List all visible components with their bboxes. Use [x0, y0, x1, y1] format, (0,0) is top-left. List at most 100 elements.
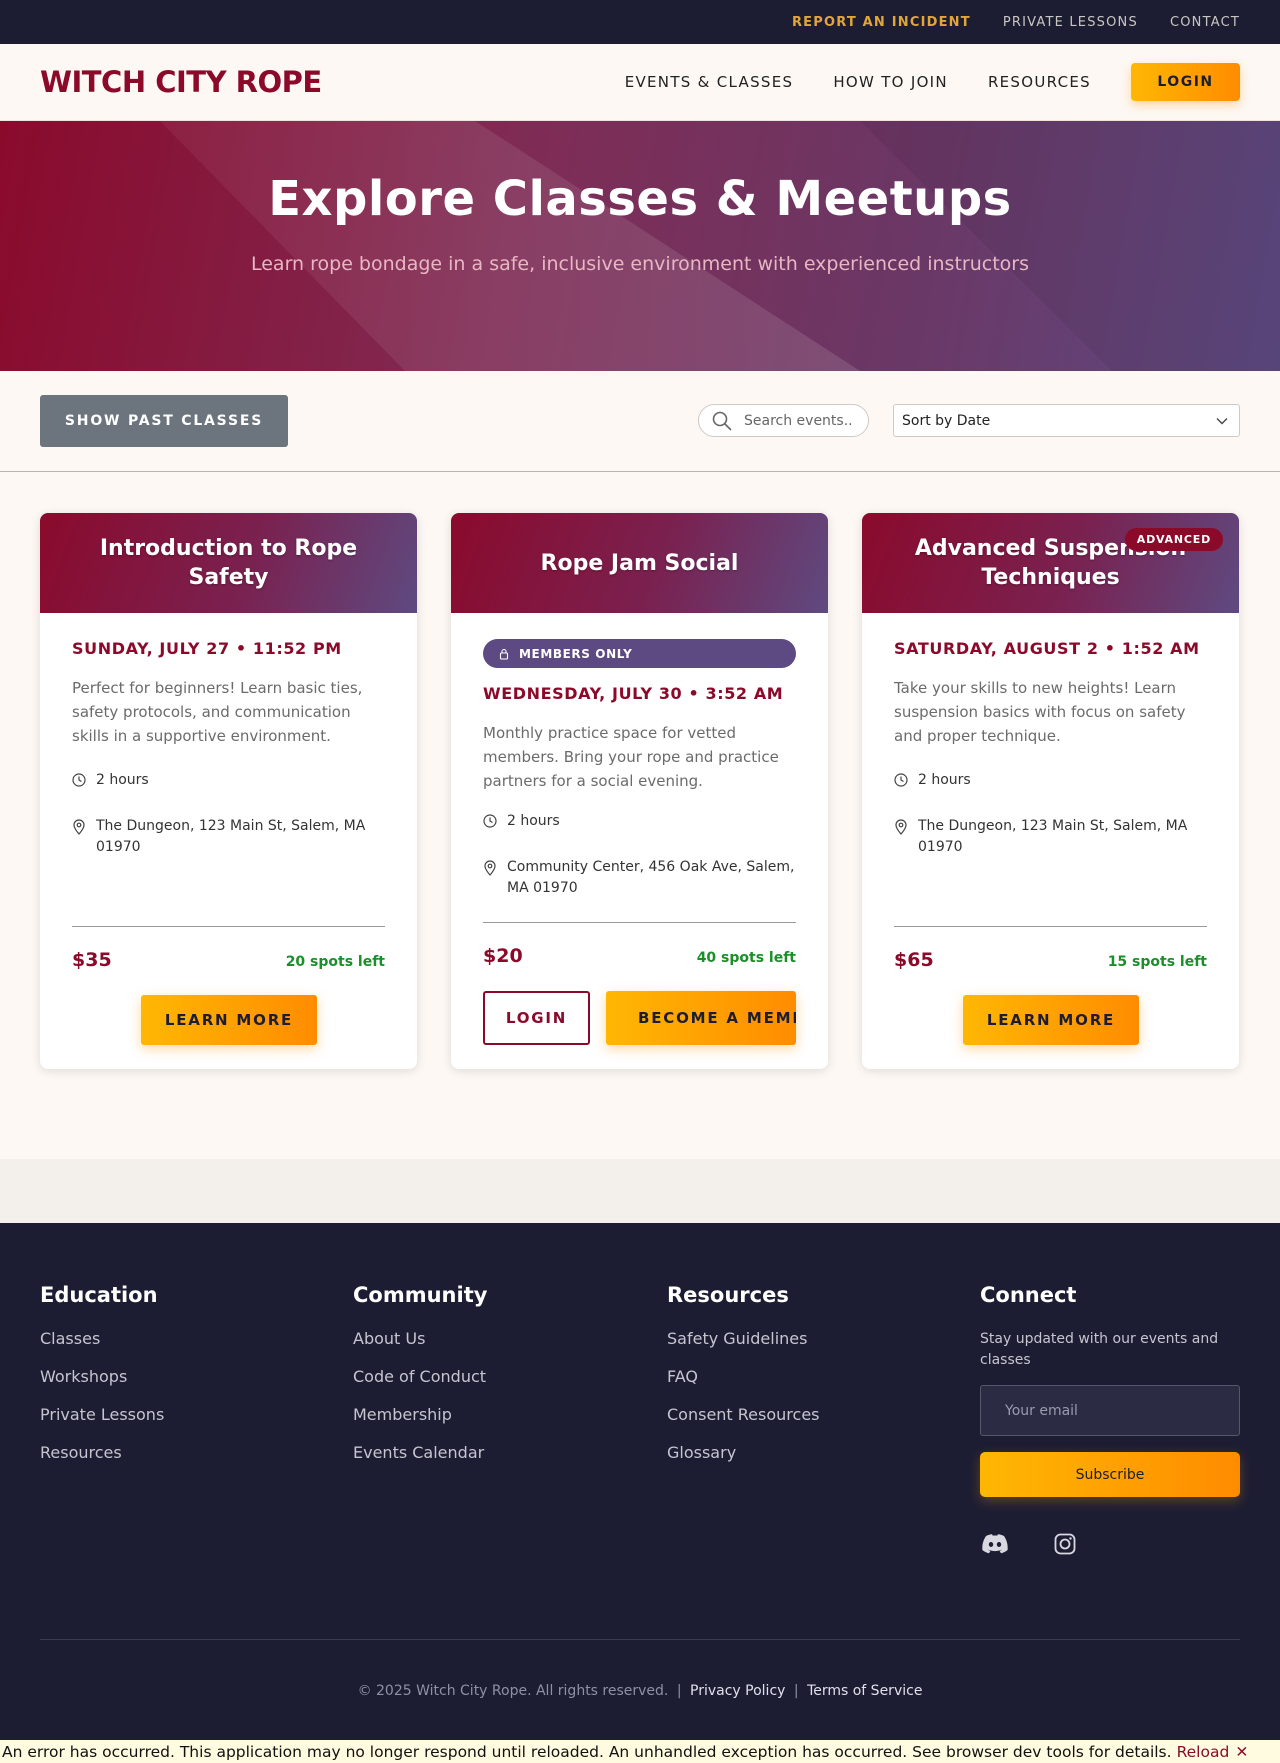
event-description: Take your skills to new heights! Learn s… — [894, 679, 1186, 745]
terms-link[interactable]: Terms of Service — [807, 1683, 922, 1699]
footer-heading: Community — [353, 1283, 488, 1307]
footer-bottom: © 2025 Witch City Rope. All rights reser… — [0, 1683, 1280, 1699]
site-footer: Education Classes Workshops Private Less… — [0, 1223, 1280, 1743]
event-location-text: Community Center, 456 Oak Ave, Salem, MA… — [507, 859, 795, 896]
event-location: Community Center, 456 Oak Ave, Salem, MA… — [483, 857, 796, 899]
event-spots: 40 spots left — [696, 950, 796, 966]
event-price: $65 — [894, 949, 934, 971]
footer-link-workshops[interactable]: Workshops — [40, 1367, 164, 1386]
clock-icon — [894, 773, 908, 787]
nav-events-classes[interactable]: EVENTS & CLASSES — [625, 73, 794, 91]
card-divider — [483, 922, 796, 923]
event-location-text: The Dungeon, 123 Main St, Salem, MA 0197… — [96, 818, 366, 855]
search-icon — [712, 411, 732, 430]
footer-link-code-of-conduct[interactable]: Code of Conduct — [353, 1367, 487, 1386]
event-card: Rope Jam Social MEMBERS ONLY WEDNESDAY, … — [451, 513, 828, 1069]
event-card: Advanced Suspension Techniques ADVANCED … — [862, 513, 1239, 1069]
event-location: The Dungeon, 123 Main St, Salem, MA 0197… — [72, 816, 385, 858]
copyright: © 2025 Witch City Rope. All rights reser… — [357, 1683, 669, 1699]
main-nav: EVENTS & CLASSES HOW TO JOIN RESOURCES L… — [625, 63, 1240, 101]
nav-resources[interactable]: RESOURCES — [988, 73, 1091, 91]
footer-heading: Resources — [667, 1283, 789, 1307]
footer-heading: Connect — [980, 1283, 1077, 1307]
private-lessons-link[interactable]: PRIVATE LESSONS — [1003, 15, 1138, 30]
filter-bar: SHOW PAST CLASSES Sort by Date — [0, 371, 1280, 472]
event-date: SUNDAY, JULY 27 • 11:52 PM — [72, 639, 342, 658]
separator: | — [793, 1683, 799, 1699]
event-duration-text: 2 hours — [918, 772, 971, 788]
footer-link-resources[interactable]: Resources — [40, 1443, 164, 1462]
discord-icon[interactable] — [980, 1533, 1010, 1555]
page-title: Explore Classes & Meetups — [268, 171, 1012, 227]
footer-community: Community About Us Code of Conduct Membe… — [353, 1283, 487, 1481]
event-description: Monthly practice space for vetted member… — [483, 724, 779, 790]
email-field[interactable]: Your email — [980, 1385, 1240, 1436]
card-login-button[interactable]: LOGIN — [483, 991, 590, 1045]
card-divider — [72, 926, 385, 927]
footer-link-faq[interactable]: FAQ — [667, 1367, 820, 1386]
footer-link-membership[interactable]: Membership — [353, 1405, 487, 1424]
event-spots: 15 spots left — [1107, 954, 1207, 970]
newsletter-text: Stay updated with our events and classes — [980, 1331, 1219, 1368]
clock-icon — [483, 814, 497, 828]
subscribe-button[interactable]: Subscribe — [980, 1452, 1240, 1497]
learn-more-button[interactable]: LEARN MORE — [141, 995, 317, 1045]
members-only-badge: MEMBERS ONLY — [483, 639, 796, 668]
social-links — [980, 1533, 1240, 1555]
footer-link-private-lessons[interactable]: Private Lessons — [40, 1405, 164, 1424]
footer-link-glossary[interactable]: Glossary — [667, 1443, 820, 1462]
login-button[interactable]: LOGIN — [1131, 63, 1240, 101]
event-duration-text: 2 hours — [96, 772, 149, 788]
learn-more-button[interactable]: LEARN MORE — [963, 995, 1139, 1045]
footer-link-consent[interactable]: Consent Resources — [667, 1405, 820, 1424]
footer-link-classes[interactable]: Classes — [40, 1329, 164, 1348]
separator: | — [676, 1683, 682, 1699]
event-spots: 20 spots left — [285, 954, 385, 970]
event-title[interactable]: Introduction to Rope Safety — [40, 534, 417, 592]
sort-value: Sort by Date — [902, 412, 991, 429]
event-duration: 2 hours — [894, 770, 1207, 791]
become-member-button[interactable]: BECOME A MEMBER — [606, 991, 796, 1045]
event-card-body: SATURDAY, AUGUST 2 • 1:52 AM Take your s… — [862, 613, 1239, 1069]
event-price: $35 — [72, 949, 112, 971]
footer-education: Education Classes Workshops Private Less… — [40, 1283, 164, 1481]
error-message: An error has occurred. This application … — [2, 1742, 1172, 1761]
footer-link-safety[interactable]: Safety Guidelines — [667, 1329, 820, 1348]
lock-icon — [499, 648, 509, 660]
clock-icon — [72, 773, 86, 787]
show-past-classes-button[interactable]: SHOW PAST CLASSES — [40, 395, 288, 447]
search-input[interactable] — [744, 412, 854, 429]
event-card-header: Advanced Suspension Techniques ADVANCED — [862, 513, 1239, 613]
sort-select[interactable]: Sort by Date — [893, 404, 1240, 437]
footer-connect: Connect Stay updated with our events and… — [980, 1283, 1240, 1555]
nav-how-to-join[interactable]: HOW TO JOIN — [833, 73, 948, 91]
event-duration: 2 hours — [483, 811, 796, 832]
page-subtitle: Learn rope bondage in a safe, inclusive … — [250, 253, 1029, 275]
search-box[interactable] — [698, 404, 869, 437]
event-card-body: MEMBERS ONLY WEDNESDAY, JULY 30 • 3:52 A… — [451, 613, 828, 1069]
hero-banner: Explore Classes & Meetups Learn rope bon… — [0, 121, 1280, 371]
report-incident-link[interactable]: REPORT AN INCIDENT — [792, 15, 971, 30]
dismiss-icon[interactable]: ✕ — [1235, 1743, 1248, 1761]
card-divider — [894, 926, 1207, 927]
site-logo[interactable]: WITCH CITY ROPE — [40, 65, 322, 99]
contact-link[interactable]: CONTACT — [1170, 15, 1240, 30]
site-header: WITCH CITY ROPE EVENTS & CLASSES HOW TO … — [0, 44, 1280, 121]
utility-bar: REPORT AN INCIDENT PRIVATE LESSONS CONTA… — [0, 0, 1280, 44]
reload-link[interactable]: Reload — [1177, 1743, 1230, 1761]
privacy-policy-link[interactable]: Privacy Policy — [690, 1683, 785, 1699]
event-card: Introduction to Rope Safety SUNDAY, JULY… — [40, 513, 417, 1069]
instagram-icon[interactable] — [1054, 1533, 1076, 1555]
event-duration-text: 2 hours — [507, 813, 560, 829]
event-duration: 2 hours — [72, 770, 385, 791]
advanced-badge: ADVANCED — [1124, 528, 1223, 551]
event-description: Perfect for beginners! Learn basic ties,… — [72, 679, 363, 745]
footer-link-events-calendar[interactable]: Events Calendar — [353, 1443, 487, 1462]
footer-link-about[interactable]: About Us — [353, 1329, 487, 1348]
map-pin-icon — [895, 819, 907, 835]
section-spacer — [0, 1159, 1280, 1223]
event-title[interactable]: Rope Jam Social — [521, 549, 759, 578]
map-pin-icon — [73, 819, 85, 835]
footer-divider — [40, 1639, 1240, 1640]
event-location: The Dungeon, 123 Main St, Salem, MA 0197… — [894, 816, 1207, 858]
